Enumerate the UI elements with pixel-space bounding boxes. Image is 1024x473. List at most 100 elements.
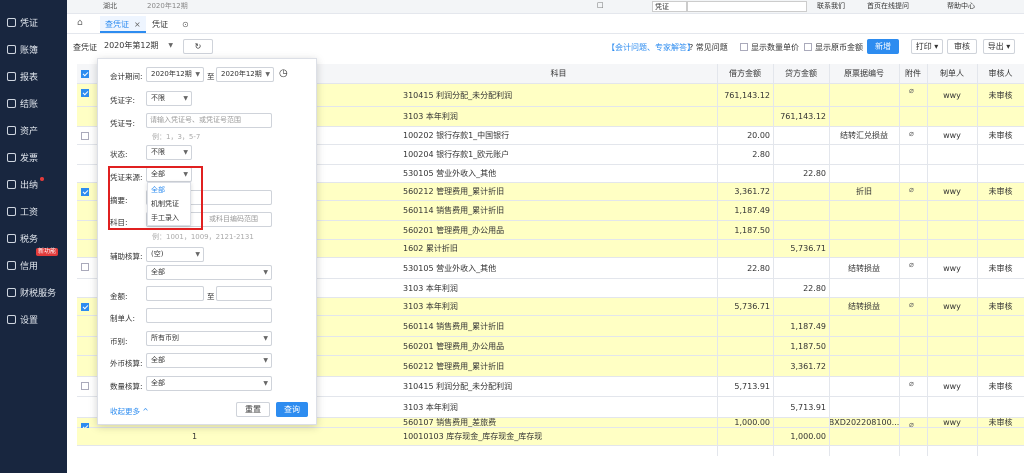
voucher-word-label: 凭证字: [110, 96, 136, 105]
row-doc-no [829, 84, 899, 106]
row-debit: 5,736.71 [734, 302, 770, 311]
row-status: 未审核 [988, 187, 1013, 196]
tab-query-voucher[interactable]: 查凭证 × [100, 16, 146, 33]
header-doc-no: 原票据编号 [844, 69, 884, 78]
search-button[interactable]: 查询 [276, 402, 308, 417]
row-credit [773, 418, 829, 427]
row-maker [927, 240, 977, 257]
currency-select[interactable]: 所有币别 ▼ [146, 331, 272, 346]
new-feature-badge: 新功能 [36, 248, 59, 256]
sidebar-item-tax[interactable]: 税务 [0, 228, 67, 248]
aux-select[interactable]: (空) ▼ [146, 247, 204, 262]
sidebar-item-salary[interactable]: 工资 [0, 201, 67, 221]
row-subject: 560201 管理费用_办公用品 [403, 341, 505, 351]
sidebar-item-asset[interactable]: 资产 [0, 120, 67, 140]
table-row[interactable]: 1 10010103 库存现金_库存现金_库存现 1,000.00 [77, 428, 1024, 446]
fx-select[interactable]: 全部 ▼ [146, 353, 272, 368]
sidebar-item-cashier[interactable]: 出纳 [0, 174, 67, 194]
show-qty-label: 显示数量单价 [751, 43, 799, 52]
reset-button[interactable]: 重置 [236, 402, 270, 417]
print-button[interactable]: 打印 ▾ [911, 39, 943, 54]
row-subject: 3103 本年利润 [403, 283, 458, 293]
tab-menu-icon[interactable]: ⊙ [182, 16, 189, 33]
row-doc-no: 结转损益 [848, 302, 880, 311]
row-checkbox[interactable] [81, 263, 89, 271]
voucher-word-select[interactable]: 不限 ▼ [146, 91, 192, 106]
online-question-link[interactable]: 首页在线提问 [867, 1, 909, 11]
row-status: 未审核 [988, 382, 1013, 391]
asset-icon [7, 125, 16, 135]
row-doc-no [829, 201, 899, 220]
sidebar-item-voucher[interactable]: 凭证 [0, 12, 67, 32]
paperclip-icon[interactable]: ⌀ [909, 379, 914, 388]
period-from-select[interactable]: 2020年12期 ▼ [146, 67, 204, 82]
qty-select[interactable]: 全部 ▼ [146, 376, 272, 391]
select-all-checkbox[interactable] [81, 70, 89, 78]
sidebar-item-ledger[interactable]: 账簿 [0, 39, 67, 59]
paperclip-icon[interactable]: ⌀ [909, 300, 914, 309]
search-scope-select[interactable]: 凭证 [652, 1, 687, 12]
contact-us-link[interactable]: 联系我们 [817, 1, 845, 11]
column-divider [977, 64, 978, 456]
clock-icon[interactable]: ◷ [279, 68, 288, 79]
invoice-icon [7, 152, 16, 162]
sidebar-item-settings[interactable]: 设置 [0, 309, 67, 329]
row-checkbox[interactable] [81, 188, 89, 196]
company-name[interactable]: 湖北 [103, 1, 117, 11]
report-icon [7, 71, 16, 81]
header-maker: 制单人 [940, 69, 964, 78]
row-subject: 1602 累计折旧 [403, 244, 458, 253]
row-maker: wwy [943, 302, 961, 311]
period-to-select[interactable]: 2020年12期 ▼ [216, 67, 274, 82]
sidebar-item-service[interactable]: 财税服务 [0, 282, 67, 302]
paperclip-icon[interactable]: ⌀ [909, 86, 914, 95]
aux-item-select[interactable]: 全部 ▼ [146, 265, 272, 280]
sidebar-item-report[interactable]: 报表 [0, 66, 67, 86]
row-doc-no [829, 397, 899, 417]
row-checkbox[interactable] [81, 89, 89, 97]
review-button[interactable]: 审核 [947, 39, 977, 54]
paperclip-icon[interactable]: ⌀ [909, 260, 914, 269]
row-debit: 1,187.50 [734, 225, 770, 235]
row-checkbox[interactable] [81, 132, 89, 140]
export-button[interactable]: 导出 ▾ [983, 39, 1015, 54]
global-search-input[interactable] [687, 1, 807, 12]
maker-input[interactable] [146, 308, 272, 323]
paperclip-icon[interactable]: ⌀ [909, 129, 914, 138]
new-button[interactable]: 新增 [867, 39, 899, 54]
row-doc-no [829, 337, 899, 355]
amount-from-input[interactable] [146, 286, 204, 301]
sidebar-item-invoice[interactable]: 发票 [0, 147, 67, 167]
tab-voucher[interactable]: 凭证 [149, 16, 179, 33]
row-checkbox[interactable] [81, 382, 89, 390]
sidebar-item-closing[interactable]: 结账 [0, 93, 67, 113]
row-credit [773, 201, 829, 220]
show-fx-checkbox[interactable] [804, 43, 812, 51]
voucher-number-input[interactable]: 请输入凭证号、或凭证号范围 [146, 113, 272, 128]
row-credit: 5,713.91 [790, 402, 826, 412]
row-subject: 310415 利润分配_未分配利润 [403, 90, 513, 100]
collapse-link[interactable]: 收起更多 ^ [110, 406, 149, 417]
amount-label: 金额: [110, 292, 128, 301]
system-notice[interactable]: □ [597, 1, 604, 9]
state-select[interactable]: 不限 ▼ [146, 145, 192, 160]
header-debit: 借方金额 [729, 69, 761, 78]
close-icon[interactable]: × [134, 20, 141, 29]
show-qty-checkbox[interactable] [740, 43, 748, 51]
currency-label: 币别: [110, 337, 128, 346]
refresh-icon: ↻ [194, 42, 202, 51]
state-label: 状态: [110, 150, 128, 159]
home-icon[interactable]: ⌂ [77, 18, 83, 28]
amount-to-input[interactable] [216, 286, 272, 301]
paperclip-icon[interactable]: ⌀ [909, 185, 914, 194]
help-center-link[interactable]: 帮助中心 [947, 1, 975, 11]
faq-link[interactable]: ? 常见问题 [689, 42, 728, 53]
refresh-button[interactable]: ↻ [183, 39, 213, 54]
sidebar-item-credit[interactable]: 信用 [0, 255, 67, 275]
row-credit [773, 127, 829, 144]
expert-help-link[interactable]: 【会计问题、专家解答】 [607, 42, 695, 53]
row-checkbox[interactable] [81, 303, 89, 311]
row-doc-no [829, 356, 899, 376]
row-doc-no [829, 316, 899, 336]
period-select[interactable]: 2020年第12期 ▼ [100, 39, 176, 54]
